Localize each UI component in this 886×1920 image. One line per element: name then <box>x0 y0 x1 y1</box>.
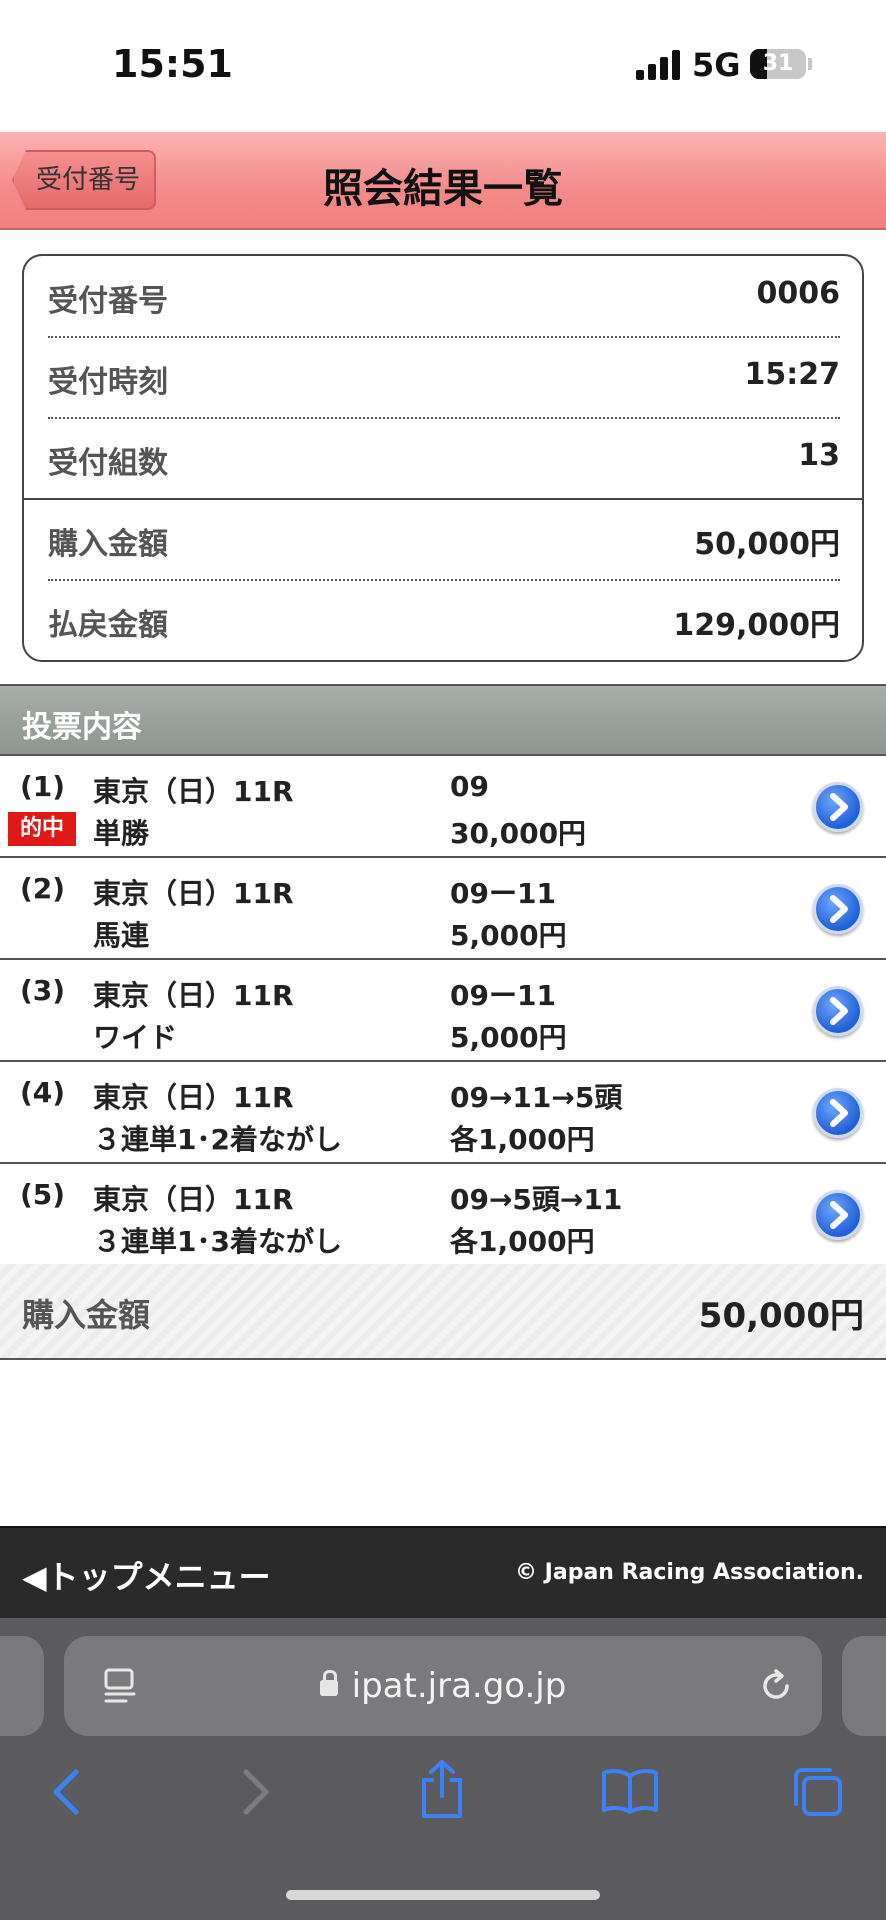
receipt-number-label: 受付番号 <box>48 284 168 319</box>
payout-amount-row: 払戻金額 129,000円 <box>48 580 840 660</box>
purchase-total-value: 50,000円 <box>698 1296 864 1336</box>
battery-icon: 31 <box>750 49 806 79</box>
address-bar[interactable]: ipat.jra.go.jp <box>64 1636 822 1736</box>
page-header: 受付番号 照会結果一覧 <box>0 132 886 230</box>
browser-toolbar: ipat.jra.go.jp <box>0 1618 886 1920</box>
bet-amount: 5,000円 <box>450 1021 567 1054</box>
back-arrow-icon[interactable] <box>46 1764 86 1820</box>
forward-arrow-icon[interactable] <box>236 1764 276 1820</box>
bet-type: 馬連 <box>93 919 150 952</box>
receipt-time-label: 受付時刻 <box>48 365 168 400</box>
bet-row[interactable]: (4) 東京（日）11R ３連単1･2着ながし 09→11→5頭 各1,000円 <box>0 1062 886 1164</box>
bet-race: 東京（日）11R <box>93 1081 294 1114</box>
bet-row[interactable]: (2) 東京（日）11R 馬連 09ー11 5,000円 <box>0 858 886 960</box>
receipt-sets-label: 受付組数 <box>48 446 168 481</box>
chevron-right-icon[interactable] <box>813 782 863 832</box>
copyright-text: © Japan Racing Association. <box>515 1560 864 1585</box>
battery-level: 31 <box>762 51 794 76</box>
lock-icon <box>319 1669 338 1696</box>
chevron-right-icon[interactable] <box>813 884 863 934</box>
reload-icon[interactable] <box>754 1664 798 1708</box>
page-title: 照会結果一覧 <box>323 166 563 212</box>
purchase-amount-value: 50,000円 <box>694 527 840 562</box>
bookmarks-icon[interactable] <box>600 1766 660 1816</box>
bet-type: ３連単1･2着ながし <box>93 1123 342 1156</box>
receipt-info-card: 受付番号 0006 受付時刻 15:27 受付組数 13 購入金額 50,000… <box>22 254 864 662</box>
bet-race: 東京（日）11R <box>93 877 294 910</box>
receipt-sets-value: 13 <box>798 438 840 473</box>
receipt-number-row: 受付番号 0006 <box>48 256 840 336</box>
bet-row[interactable]: (5) 東京（日）11R ３連単1･3着ながし 09→5頭→11 各1,000円 <box>0 1164 886 1266</box>
site-footer: ◀トップメニュー © Japan Racing Association. <box>0 1526 886 1618</box>
chevron-right-icon[interactable] <box>813 1088 863 1138</box>
bet-combination: 09ー11 <box>450 979 556 1012</box>
next-tab-preview[interactable] <box>842 1636 886 1736</box>
bet-type: 単勝 <box>93 817 150 850</box>
purchase-amount-row: 購入金額 50,000円 <box>48 499 840 579</box>
home-indicator <box>286 1890 600 1900</box>
bet-race: 東京（日）11R <box>93 1183 294 1216</box>
chevron-right-icon[interactable] <box>813 1190 863 1240</box>
purchase-total-bar: 購入金額 50,000円 <box>0 1264 886 1360</box>
payout-amount-value: 129,000円 <box>673 608 840 643</box>
bets-section-title: 投票内容 <box>22 710 142 745</box>
bet-combination: 09ー11 <box>450 877 556 910</box>
purchase-amount-label: 購入金額 <box>48 527 168 562</box>
battery-tip <box>808 58 812 70</box>
bet-number: (3) <box>20 974 66 1007</box>
hit-badge: 的中 <box>8 812 76 846</box>
bet-number: (1) <box>20 770 66 803</box>
previous-tab-preview[interactable] <box>0 1636 44 1736</box>
top-menu-link[interactable]: ◀トップメニュー <box>22 1552 271 1598</box>
bet-amount: 5,000円 <box>450 919 567 952</box>
receipt-time-value: 15:27 <box>744 357 841 392</box>
bet-row[interactable]: (3) 東京（日）11R ワイド 09ー11 5,000円 <box>0 960 886 1062</box>
url-text: ipat.jra.go.jp <box>351 1666 567 1706</box>
purchase-total-label: 購入金額 <box>22 1296 151 1334</box>
bet-type: ３連単1･3着ながし <box>93 1225 342 1258</box>
top-menu-label: トップメニュー <box>46 1558 271 1596</box>
payout-amount-label: 払戻金額 <box>48 608 168 643</box>
receipt-time-row: 受付時刻 15:27 <box>48 337 840 417</box>
bets-section-header: 投票内容 <box>0 684 886 756</box>
network-label: 5G <box>692 46 741 84</box>
status-time: 15:51 <box>112 42 233 86</box>
bet-type: ワイド <box>93 1021 178 1054</box>
bet-combination: 09 <box>450 770 489 803</box>
signal-icon <box>636 50 680 80</box>
bet-number: (5) <box>20 1178 66 1211</box>
bet-amount: 各1,000円 <box>450 1123 595 1156</box>
bet-race: 東京（日）11R <box>93 775 294 808</box>
tabs-icon[interactable] <box>790 1764 846 1820</box>
bet-combination: 09→11→5頭 <box>450 1081 623 1114</box>
bet-combination: 09→5頭→11 <box>450 1183 623 1216</box>
bet-amount: 各1,000円 <box>450 1225 595 1258</box>
url-display[interactable]: ipat.jra.go.jp <box>64 1666 822 1706</box>
bet-row[interactable]: (1) 東京（日）11R 的中 単勝 09 30,000円 <box>0 756 886 858</box>
bet-number: (2) <box>20 872 66 905</box>
bet-amount: 30,000円 <box>450 817 587 850</box>
status-bar: 15:51 5G 31 <box>0 0 886 132</box>
chevron-right-icon[interactable] <box>813 986 863 1036</box>
share-icon[interactable] <box>416 1758 468 1820</box>
triangle-left-icon: ◀ <box>22 1558 47 1596</box>
bet-race: 東京（日）11R <box>93 979 294 1012</box>
receipt-sets-row: 受付組数 13 <box>48 418 840 498</box>
bet-number: (4) <box>20 1076 66 1109</box>
receipt-number-value: 0006 <box>756 276 841 311</box>
